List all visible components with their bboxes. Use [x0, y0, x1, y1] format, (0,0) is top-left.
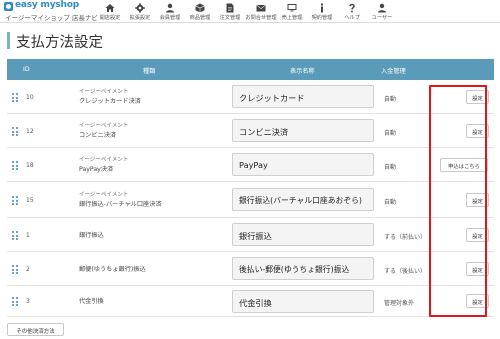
gear-icon [134, 3, 146, 13]
cell-id: 1 [26, 232, 30, 239]
drag-handle-icon[interactable] [12, 196, 18, 205]
cell-income: 自動 [384, 199, 397, 206]
nav-item-orders[interactable]: 注文管理 [215, 0, 245, 23]
cell-type-label: 代金引換 [79, 298, 104, 305]
nav-label: 売上管理 [281, 15, 303, 21]
drag-handle-icon[interactable] [12, 161, 18, 170]
logo-mark-icon [4, 2, 13, 11]
cell-id: 12 [26, 128, 34, 135]
other-payment-methods-button[interactable]: その他決済方法 [7, 323, 64, 336]
nav-label: お問合せ管理 [245, 15, 277, 21]
cell-type: イージーペイメント コンビニ決済 [79, 122, 128, 140]
cell-provider: イージーペイメント [79, 89, 129, 95]
title-accent-bar [7, 32, 10, 49]
cell-id: 2 [26, 266, 30, 273]
display-name-field[interactable]: コンビニ決済 [232, 119, 374, 142]
table-row: 10 イージーペイメント クレジットカード決済 クレジットカード 自動 設定 [7, 80, 494, 114]
cell-id: 15 [26, 197, 34, 204]
cell-type: イージーペイメント PayPay決済 [79, 156, 128, 174]
cell-id: 18 [26, 162, 34, 169]
cell-provider: イージーペイメント [79, 192, 129, 198]
drag-handle-icon[interactable] [12, 297, 18, 306]
box-icon [194, 3, 206, 13]
question-icon [346, 3, 358, 13]
cell-type: 銀行振込 [79, 231, 104, 240]
user-icon [376, 3, 388, 13]
nav-item-products[interactable]: 商品管理 [185, 0, 215, 23]
nav-item-inquiries[interactable]: お問合せ管理 [245, 0, 277, 23]
logo[interactable]: easy myshop イージーマイショップ 店長ナビ [4, 0, 98, 22]
document-icon [224, 3, 236, 13]
cell-income: 自動 [384, 130, 397, 137]
table-row: 1 銀行振込 銀行振込 する（前払い） 設定 [7, 218, 494, 252]
logo-brand-text: easy myshop [15, 0, 79, 10]
nav-item-members[interactable]: 会員管理 [155, 0, 185, 23]
display-name-field[interactable]: 代金引換 [232, 290, 374, 313]
display-name-field[interactable]: PayPay [232, 153, 374, 176]
nav-label: 拡張設定 [129, 15, 151, 21]
column-header-id: ID [23, 66, 30, 73]
main-nav: 開店設定 拡張設定 会員管理 商品管理 注文管理 お問合せ管理 売上管理 契約管… [95, 0, 397, 23]
drag-handle-icon[interactable] [12, 231, 18, 240]
cell-provider: イージーペイメント [79, 123, 129, 129]
payment-methods-table: ID 種類 表示名称 入金管理 10 イージーペイメント クレジットカード決済 ク… [7, 59, 494, 317]
display-name-field[interactable]: 銀行振込(バーチャル口座あおぞら) [232, 188, 374, 211]
cell-type: イージーペイメント銀行振込-バーチャル口座決済 [79, 191, 162, 209]
drag-handle-icon[interactable] [12, 265, 18, 274]
cell-type: 郵便(ゆうちょ銀行)振込 [79, 265, 146, 274]
cell-income: する（後払い） [384, 268, 427, 275]
nav-label: 注文管理 [219, 15, 241, 21]
nav-item-contracts[interactable]: 契約管理 [307, 0, 337, 23]
nav-item-help[interactable]: ヘルプ [337, 0, 367, 23]
home-icon [104, 3, 116, 13]
cell-id: 3 [26, 298, 30, 305]
cell-income: 自動 [384, 96, 397, 103]
cell-type: イージーペイメントクレジットカード決済 [79, 88, 141, 106]
cell-id: 10 [26, 94, 34, 101]
monitor-icon [286, 3, 298, 13]
logo-subtitle: イージーマイショップ 店長ナビ [5, 14, 98, 22]
drag-handle-icon[interactable] [12, 127, 18, 136]
cell-provider: イージーペイメント [79, 157, 129, 163]
nav-label: 会員管理 [159, 15, 181, 21]
table-header: ID 種類 表示名称 入金管理 [7, 59, 494, 80]
page-title: 支払方法設定 [16, 35, 103, 51]
nav-label: ユーザー [371, 15, 393, 21]
person-icon [164, 3, 176, 13]
cell-type-label: 郵便(ゆうちょ銀行)振込 [79, 266, 146, 273]
cell-type-label: 銀行振込 [79, 232, 104, 239]
cell-type-label: 銀行振込-バーチャル口座決済 [79, 201, 162, 208]
nav-label: 商品管理 [189, 15, 211, 21]
nav-item-extension-settings[interactable]: 拡張設定 [125, 0, 155, 23]
cell-type-label: コンビニ決済 [79, 132, 117, 139]
column-header-display-name: 表示名称 [290, 68, 315, 75]
table-row: 2 郵便(ゆうちょ銀行)振込 後払い-郵便(ゆうちょ銀行)振込 する（後払い） … [7, 252, 494, 286]
column-header-income-management: 入金管理 [381, 68, 406, 75]
nav-label: 開店設定 [99, 15, 121, 21]
table-row: 12 イージーペイメント コンビニ決済 コンビニ決済 自動 設定 [7, 114, 494, 148]
cell-type: 代金引換 [79, 297, 104, 306]
column-header-type: 種類 [143, 68, 156, 75]
cell-type-label: クレジットカード決済 [79, 98, 141, 105]
info-icon [316, 3, 328, 13]
drag-handle-icon[interactable] [12, 93, 18, 102]
table-row: 15 イージーペイメント銀行振込-バーチャル口座決済 銀行振込(バーチャル口座あ… [7, 182, 494, 218]
highlight-annotation [429, 85, 487, 317]
nav-item-sales[interactable]: 売上管理 [277, 0, 307, 23]
cell-income: する（前払い） [384, 234, 427, 241]
cell-income: 自動 [384, 164, 397, 171]
display-name-field[interactable]: 銀行振込 [232, 223, 374, 246]
nav-label: ヘルプ [344, 15, 360, 21]
nav-item-store-settings[interactable]: 開店設定 [95, 0, 125, 23]
display-name-field[interactable]: クレジットカード [232, 85, 374, 108]
table-row: 18 イージーペイメント PayPay決済 PayPay 自動 申込はこちら [7, 148, 494, 182]
envelope-icon [255, 3, 267, 13]
cell-type-label: PayPay決済 [79, 166, 114, 173]
nav-item-user[interactable]: ユーザー [367, 0, 397, 23]
cell-income: 管理対象外 [384, 300, 415, 307]
nav-label: 契約管理 [311, 15, 333, 21]
display-name-field[interactable]: 後払い-郵便(ゆうちょ銀行)振込 [232, 257, 374, 280]
app-header: easy myshop イージーマイショップ 店長ナビ 開店設定 拡張設定 会員… [0, 0, 500, 23]
table-row: 3 代金引換 代金引換 管理対象外 設定 [7, 286, 494, 317]
